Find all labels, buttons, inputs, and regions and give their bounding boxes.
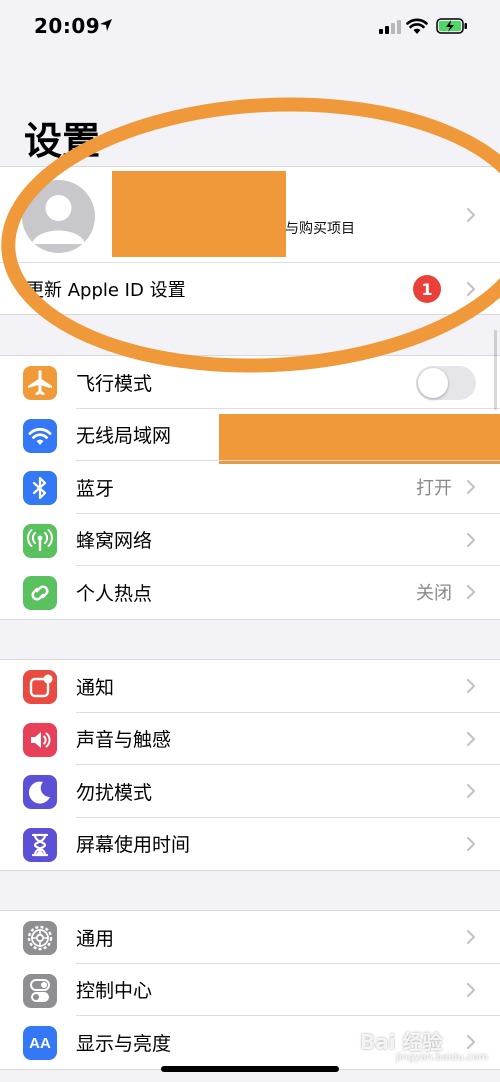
home-indicator[interactable]: [161, 1066, 339, 1072]
redacted-name-block: [112, 171, 286, 257]
wifi-icon: [23, 418, 57, 453]
row-label: 无线局域网: [76, 425, 172, 448]
chevron-right-icon: [466, 207, 476, 223]
settings-row-moon[interactable]: 勿扰模式: [0, 765, 500, 818]
chevron-right-icon: [466, 584, 476, 600]
row-value: 关闭: [416, 583, 452, 605]
row-label: 蓝牙: [76, 477, 115, 500]
row-label: 显示与亮度: [76, 1032, 172, 1055]
settings-row-notification[interactable]: 通知: [0, 660, 500, 713]
location-arrow-icon: [100, 19, 112, 31]
hourglass-icon: [23, 827, 57, 862]
settings-row-gear[interactable]: 通用: [0, 911, 500, 964]
chevron-right-icon: [466, 929, 476, 945]
bluetooth-icon: [23, 471, 57, 505]
display-icon: AA: [23, 1026, 57, 1060]
row-label: 飞行模式: [76, 372, 153, 395]
toggle-knob: [418, 368, 448, 398]
chevron-right-icon: [466, 479, 476, 495]
settings-row-wifi[interactable]: 无线局域网: [0, 409, 500, 464]
chevron-right-icon: [466, 783, 476, 799]
cellular-signal-icon: [379, 20, 401, 34]
update-apple-id-label: 更新 Apple ID 设置: [26, 279, 186, 301]
row-label: 通知: [76, 676, 115, 699]
airplane-mode-toggle[interactable]: [416, 366, 476, 400]
chevron-right-icon: [466, 731, 476, 746]
row-label: 声音与触感: [76, 729, 172, 752]
scroll-indicator[interactable]: [494, 330, 497, 410]
update-apple-id-row[interactable]: 更新 Apple ID 设置 1: [0, 262, 500, 314]
row-label: 蜂窝网络: [76, 530, 153, 553]
row-label: 通用: [76, 927, 115, 950]
battery-charging-icon: [436, 18, 467, 34]
settings-row-sound[interactable]: 声音与触感: [0, 713, 500, 765]
chevron-right-icon: [466, 1034, 476, 1050]
row-label: 控制中心: [76, 980, 153, 1003]
apple-id-profile-row[interactable]: 与购买项目: [0, 167, 500, 262]
profile-subtitle: 与购买项目: [285, 221, 355, 237]
chevron-right-icon: [466, 281, 476, 297]
status-time: 20:09: [34, 14, 101, 38]
chevron-right-icon: [466, 836, 476, 851]
sound-icon: [23, 722, 57, 757]
settings-row-airplane[interactable]: 飞行模式: [0, 356, 500, 409]
watermark: Bai 经验: [360, 1030, 443, 1054]
wifi-status-icon: [406, 18, 428, 34]
profile-group: 与购买项目 更新 Apple ID 设置 1: [0, 166, 500, 315]
moon-icon: [23, 775, 57, 809]
settings-row-hourglass[interactable]: 屏幕使用时间: [0, 818, 500, 871]
switches-icon: [23, 973, 57, 1008]
watermark-sub: jingyan.baidu.com: [396, 1052, 489, 1063]
row-value: 打开: [416, 478, 452, 500]
settings-row-bluetooth[interactable]: 蓝牙 打开: [0, 461, 500, 514]
gear-icon: [23, 921, 57, 955]
notifications-group: 通知声音与触感勿扰模式屏幕使用时间: [0, 659, 500, 871]
row-label: 个人热点: [76, 582, 153, 605]
avatar: [22, 180, 95, 253]
cellular-icon: [23, 523, 57, 558]
connectivity-group: 飞行模式无线局域网蓝牙 打开蜂窝网络个人热点 关闭: [0, 355, 500, 620]
row-label: 勿扰模式: [76, 781, 153, 804]
redacted-wifi-name: [219, 413, 500, 464]
settings-row-cellular[interactable]: 蜂窝网络: [0, 514, 500, 566]
chevron-right-icon: [466, 532, 476, 547]
notification-icon: [23, 670, 57, 704]
hotspot-icon: [23, 576, 57, 610]
notification-badge: 1: [413, 275, 441, 303]
status-bar: 20:09: [0, 0, 500, 56]
chevron-right-icon: [466, 678, 476, 694]
settings-row-hotspot[interactable]: 个人热点 关闭: [0, 566, 500, 619]
row-label: 屏幕使用时间: [76, 834, 191, 857]
chevron-right-icon: [466, 982, 476, 997]
person-icon: [32, 195, 85, 244]
page-title: 设置: [24, 119, 101, 163]
settings-row-switches[interactable]: 控制中心: [0, 964, 500, 1016]
airplane-icon: [23, 366, 57, 400]
